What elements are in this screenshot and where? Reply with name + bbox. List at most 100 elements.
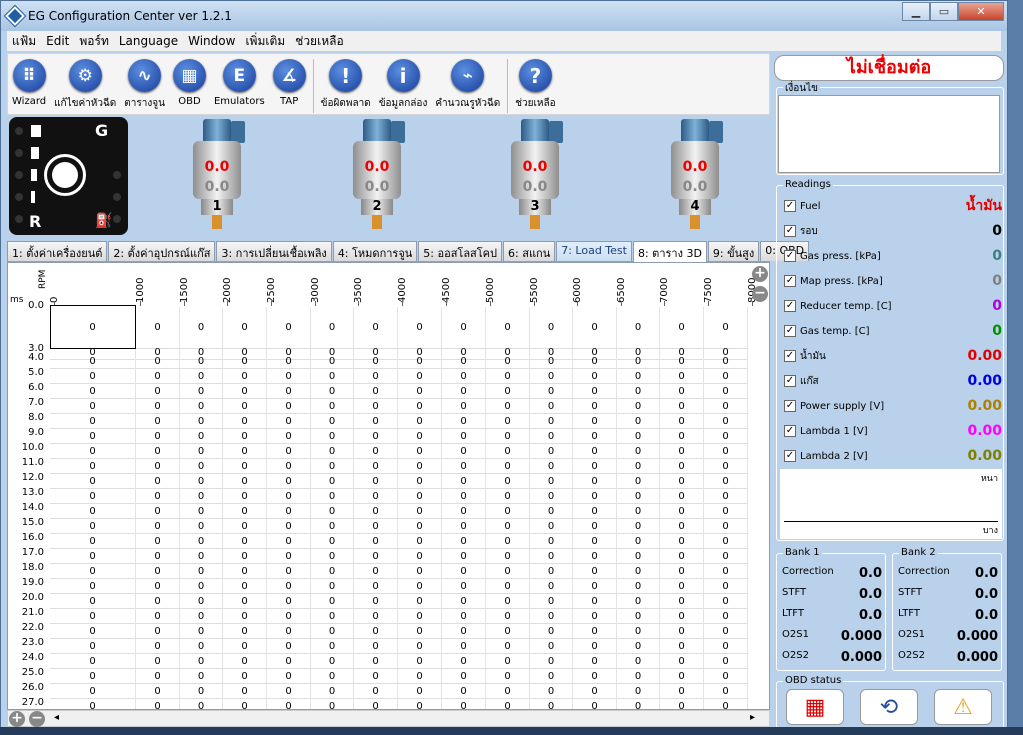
table-cell[interactable]: 0 xyxy=(180,609,223,624)
table-cell[interactable]: 0 xyxy=(267,504,311,519)
table-cell[interactable]: 0 xyxy=(136,684,180,699)
table-cell[interactable]: 0 xyxy=(573,609,617,624)
table-cell[interactable]: 0 xyxy=(660,624,704,639)
table-cell[interactable]: 0 xyxy=(573,534,617,549)
table-cell[interactable]: 0 xyxy=(50,504,136,519)
table-cell[interactable]: 0 xyxy=(442,579,486,594)
table-cell[interactable]: 0 xyxy=(180,444,223,459)
table-cell[interactable]: 0 xyxy=(136,444,180,459)
tab-5[interactable]: 6: สแกน xyxy=(503,241,556,261)
table-cell[interactable]: 0 xyxy=(486,609,530,624)
table-cell[interactable]: 0 xyxy=(486,534,530,549)
table-cell[interactable]: 0 xyxy=(223,504,267,519)
menu-item[interactable]: Edit xyxy=(41,34,74,48)
table-cell[interactable]: 0 xyxy=(573,429,617,444)
table-cell[interactable]: 0 xyxy=(530,489,573,504)
table-cell[interactable]: 0 xyxy=(704,699,748,709)
reading-checkbox[interactable]: ✓ xyxy=(784,375,796,387)
table-cell[interactable]: 0 xyxy=(573,444,617,459)
table-cell[interactable]: 0 xyxy=(354,699,398,709)
table-cell[interactable]: 0 xyxy=(617,399,660,414)
table-cell[interactable]: 0 xyxy=(530,594,573,609)
table-cell[interactable]: 0 xyxy=(573,384,617,399)
table-cell[interactable]: 0 xyxy=(180,699,223,709)
table-cell[interactable]: 0 xyxy=(530,624,573,639)
table-cell[interactable]: 0 xyxy=(442,654,486,669)
table-cell[interactable]: 0 xyxy=(530,519,573,534)
table-cell[interactable]: 0 xyxy=(442,594,486,609)
table-cell[interactable]: 0 xyxy=(223,459,267,474)
table-cell[interactable]: 0 xyxy=(223,489,267,504)
table-cell[interactable]: 0 xyxy=(617,624,660,639)
table-cell[interactable]: 0 xyxy=(660,699,704,709)
table-cell[interactable]: 0 xyxy=(530,639,573,654)
tap-button[interactable]: ∡ TAP xyxy=(269,59,310,107)
reading-checkbox[interactable]: ✓ xyxy=(784,250,796,262)
table-cell[interactable]: 0 xyxy=(660,564,704,579)
table-cell[interactable]: 0 xyxy=(573,489,617,504)
table-cell[interactable]: 0 xyxy=(267,519,311,534)
table-cell[interactable]: 0 xyxy=(660,414,704,429)
table-cell[interactable]: 0 xyxy=(704,549,748,564)
table-cell[interactable]: 0 xyxy=(442,414,486,429)
reading-checkbox[interactable]: ✓ xyxy=(784,200,796,212)
table-cell[interactable]: 0 xyxy=(136,519,180,534)
table-cell[interactable]: 0 xyxy=(573,399,617,414)
table-cell[interactable]: 0 xyxy=(50,384,136,399)
zoom-out-column-button[interactable]: − xyxy=(752,286,768,302)
table-cell[interactable]: 0 xyxy=(486,564,530,579)
table-cell[interactable]: 0 xyxy=(354,624,398,639)
table-cell[interactable]: 0 xyxy=(486,624,530,639)
reading-checkbox[interactable]: ✓ xyxy=(784,400,796,412)
table-cell[interactable]: 0 xyxy=(442,624,486,639)
table-cell[interactable]: 0 xyxy=(573,624,617,639)
table-cell[interactable]: 0 xyxy=(311,534,354,549)
table-cell[interactable]: 0 xyxy=(486,459,530,474)
table-cell[interactable]: 0 xyxy=(311,384,354,399)
tab-8[interactable]: 9: ขั้นสูง xyxy=(707,241,760,261)
table-cell[interactable]: 0 xyxy=(486,639,530,654)
table-cell[interactable]: 0 xyxy=(660,534,704,549)
table-cell[interactable]: 0 xyxy=(704,399,748,414)
table-cell[interactable]: 0 xyxy=(617,414,660,429)
tab-6[interactable]: 7: Load Test xyxy=(556,241,632,261)
table-cell[interactable]: 0 xyxy=(180,369,223,384)
selected-cell[interactable] xyxy=(50,305,136,349)
table-cell[interactable]: 0 xyxy=(442,369,486,384)
table-cell[interactable]: 0 xyxy=(136,624,180,639)
toolbar-button[interactable]: ∿ ตารางจูน xyxy=(120,59,169,111)
toolbar-button[interactable]: ! ข้อผิดพลาด xyxy=(317,59,375,111)
table-cell[interactable]: 0 xyxy=(267,414,311,429)
table-cell[interactable]: 0 xyxy=(398,489,442,504)
table-cell[interactable]: 0 xyxy=(660,474,704,489)
table-cell[interactable]: 0 xyxy=(136,699,180,709)
table-cell[interactable]: 0 xyxy=(180,399,223,414)
table-cell[interactable]: 0 xyxy=(223,669,267,684)
table-cell[interactable]: 0 xyxy=(398,399,442,414)
table-cell[interactable]: 0 xyxy=(180,414,223,429)
table-cell[interactable]: 0 xyxy=(223,579,267,594)
table-cell[interactable]: 0 xyxy=(223,519,267,534)
table-cell[interactable]: 0 xyxy=(617,384,660,399)
table-cell[interactable]: 0 xyxy=(50,699,136,709)
table-cell[interactable]: 0 xyxy=(354,654,398,669)
maximize-button[interactable]: ▭ xyxy=(930,2,958,21)
close-button[interactable]: ✕ xyxy=(958,2,1004,21)
table-cell[interactable]: 0 xyxy=(617,684,660,699)
menu-item[interactable]: เพิ่มเติม xyxy=(240,32,290,51)
table-cell[interactable]: 0 xyxy=(50,414,136,429)
table-cell[interactable]: 0 xyxy=(311,594,354,609)
reading-checkbox[interactable]: ✓ xyxy=(784,275,796,287)
zoom-in-column-button[interactable]: + xyxy=(752,266,768,282)
table-cell[interactable]: 0 xyxy=(442,429,486,444)
table-cell[interactable]: 0 xyxy=(660,654,704,669)
table-cell[interactable]: 0 xyxy=(311,609,354,624)
table-cell[interactable]: 0 xyxy=(267,684,311,699)
table-cell[interactable]: 0 xyxy=(704,354,748,369)
table-cell[interactable]: 0 xyxy=(704,654,748,669)
table-cell[interactable]: 0 xyxy=(704,579,748,594)
table-cell[interactable]: 0 xyxy=(530,564,573,579)
table-cell[interactable]: 0 xyxy=(398,609,442,624)
table-cell[interactable]: 0 xyxy=(486,474,530,489)
table-cell[interactable]: 0 xyxy=(267,429,311,444)
